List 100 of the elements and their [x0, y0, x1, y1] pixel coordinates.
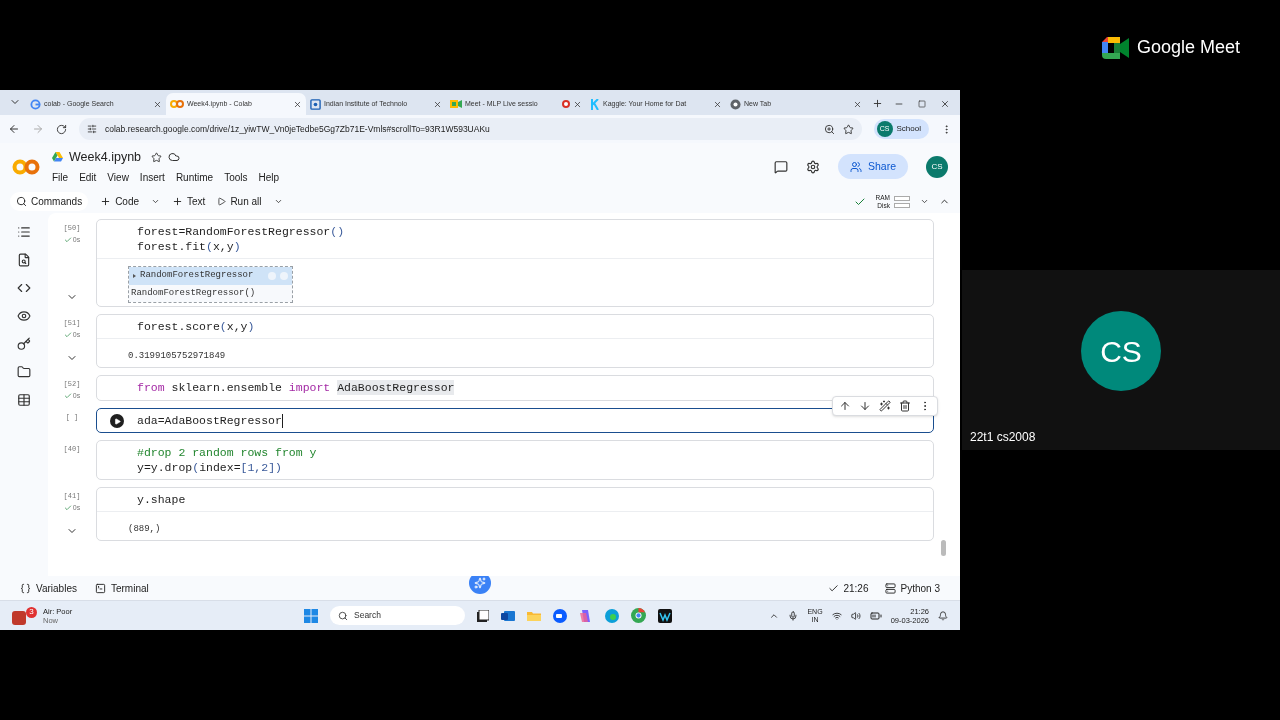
task-view-icon[interactable]: [477, 609, 489, 622]
cell-output: (889,): [128, 524, 161, 535]
wand-icon[interactable]: [879, 400, 891, 413]
meet-logo-text: Google Meet: [1136, 36, 1240, 59]
notification-badge: 3: [26, 606, 37, 618]
menu-item[interactable]: File: [52, 170, 69, 186]
comments-icon[interactable]: [773, 159, 788, 174]
notifications-icon[interactable]: [938, 610, 948, 621]
webex-icon[interactable]: [658, 608, 672, 623]
account-avatar[interactable]: CS: [926, 155, 948, 178]
menu-item[interactable]: Help: [258, 170, 280, 186]
commands-button[interactable]: Commands: [10, 192, 89, 211]
bookmark-icon[interactable]: [842, 123, 854, 135]
reload-icon[interactable]: [56, 123, 67, 135]
code-cell[interactable]: ada=AdaBoostRegressor: [96, 408, 934, 434]
ram-meter: [894, 195, 910, 201]
people-icon[interactable]: [849, 160, 862, 173]
settings-icon[interactable]: [805, 159, 820, 174]
menu-item[interactable]: Edit: [79, 170, 97, 186]
code-line: forest=RandomForestRegressor(): [137, 224, 345, 239]
code-cell[interactable]: forest.score(x,y) 0.3199105752971849: [96, 314, 934, 369]
code-cell[interactable]: from sklearn.ensemble import AdaBoostRegressor: [96, 375, 934, 402]
restore-icon[interactable]: [918, 100, 926, 108]
resources-dropdown-icon[interactable]: [920, 197, 929, 206]
code-cell[interactable]: y.shape (889,): [96, 487, 934, 542]
weather-icon[interactable]: [12, 610, 26, 625]
wifi-icon[interactable]: [831, 610, 842, 621]
search-field[interactable]: Search: [330, 606, 465, 625]
search-icon[interactable]: [16, 196, 27, 207]
notebook-title[interactable]: Week4.ipynb: [69, 147, 142, 167]
move-up-icon[interactable]: [839, 400, 851, 413]
colab-logo: [12, 158, 40, 175]
browser-icon[interactable]: [605, 608, 619, 623]
key-icon[interactable]: [17, 337, 31, 351]
colab-icon: [170, 99, 184, 109]
microphone-icon[interactable]: [788, 610, 799, 621]
profile-label: School: [896, 123, 921, 135]
move-down-icon[interactable]: [859, 400, 871, 413]
sparkle-icon[interactable]: [474, 577, 486, 589]
menu-item[interactable]: Insert: [139, 170, 165, 186]
code-line: ada=AdaBoostRegressor: [137, 413, 283, 429]
table-icon[interactable]: [17, 393, 31, 407]
run-cell-button[interactable]: [110, 414, 124, 429]
dropdown-icon[interactable]: [151, 197, 161, 206]
scrollbar[interactable]: [941, 540, 946, 556]
close-window-icon[interactable]: [940, 99, 950, 109]
chrome-icon[interactable]: [631, 608, 646, 623]
plus-icon[interactable]: [172, 196, 184, 207]
code-cell[interactable]: #drop 2 random rows from y y=y.drop(index=[1,2]): [96, 440, 934, 481]
close-icon[interactable]: [713, 99, 722, 109]
braces-icon[interactable]: [20, 582, 31, 594]
menu-item[interactable]: Tools: [224, 170, 248, 186]
plus-icon[interactable]: [100, 196, 112, 207]
site-info-icon[interactable]: [87, 124, 97, 134]
share-button[interactable]: Share: [837, 153, 908, 180]
close-icon[interactable]: [573, 99, 582, 109]
menu-item[interactable]: Runtime: [175, 170, 214, 186]
eye-icon[interactable]: [17, 309, 31, 323]
expand-icon[interactable]: [133, 274, 136, 278]
google-icon: [30, 98, 41, 110]
volume-icon[interactable]: [850, 610, 861, 621]
code-cell[interactable]: forest=RandomForestRegressor() forest.fit(x,y) RandomForestRegressor RandomForestRegressor(): [96, 219, 934, 308]
folder-icon[interactable]: [17, 365, 31, 379]
participant-name: 22t1 cs2008: [969, 429, 1037, 446]
code-icon[interactable]: [17, 281, 31, 295]
zoom-icon[interactable]: [823, 123, 835, 135]
close-icon[interactable]: [853, 99, 862, 109]
server-icon[interactable]: [884, 582, 896, 594]
new-tab-icon[interactable]: [872, 98, 883, 109]
toc-icon[interactable]: [17, 225, 31, 239]
video-icon: [450, 99, 462, 109]
close-icon[interactable]: [293, 99, 302, 109]
dropdown-icon[interactable]: [273, 197, 283, 206]
terminal-icon[interactable]: [94, 582, 106, 594]
back-icon[interactable]: [8, 123, 20, 135]
kaggle-icon: [590, 98, 600, 110]
close-icon[interactable]: [433, 99, 442, 109]
drive-icon: [52, 152, 63, 162]
copilot-icon[interactable]: [579, 608, 593, 623]
star-icon[interactable]: [151, 151, 163, 163]
terminal-button[interactable]: Terminal: [94, 580, 149, 596]
find-icon[interactable]: [17, 253, 31, 267]
menu-item[interactable]: View: [107, 170, 129, 186]
add-code-button[interactable]: Code: [100, 194, 140, 209]
cloud-icon[interactable]: [168, 151, 181, 163]
variables-button[interactable]: Variables: [20, 580, 77, 596]
runtime-status[interactable]: Python 3: [884, 580, 940, 596]
run-all-button[interactable]: Run all: [217, 194, 262, 209]
video-call-icon[interactable]: [553, 608, 567, 623]
start-icon[interactable]: [304, 608, 318, 623]
close-icon[interactable]: [153, 99, 162, 109]
delete-icon[interactable]: [899, 400, 911, 413]
execution-status[interactable]: 21:26: [828, 580, 869, 596]
add-text-button[interactable]: Text: [172, 194, 206, 209]
address-bar[interactable]: colab.research.google.com/drive/1z_yiwTW_Vn0jeTedbe5Gg7Zb71E-Vmls#scrollTo=93R1W593UAKu: [79, 118, 862, 140]
check-icon[interactable]: [828, 582, 840, 594]
search-icon[interactable]: [338, 610, 348, 621]
battery-icon[interactable]: [869, 609, 882, 622]
code-line: forest.score(x,y): [137, 319, 255, 335]
mail-icon[interactable]: [501, 609, 515, 622]
